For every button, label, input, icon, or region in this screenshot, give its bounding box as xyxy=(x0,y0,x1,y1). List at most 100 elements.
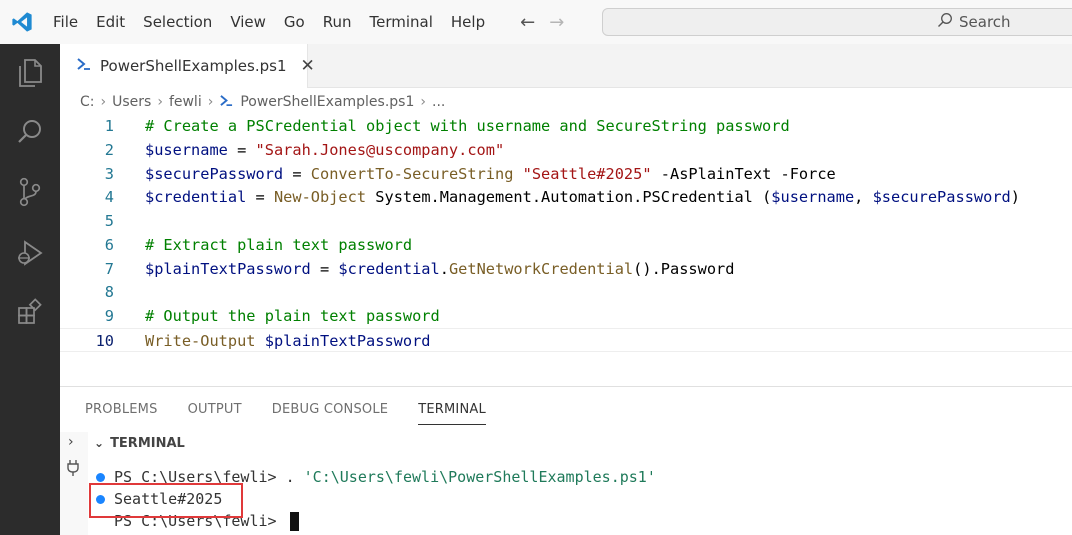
code-token: # Extract plain text password xyxy=(145,236,413,254)
code-token: $securePassword xyxy=(872,188,1011,206)
code-token: "Sarah.Jones@uscompany.com" xyxy=(255,141,505,159)
code-token: New-Object xyxy=(273,188,367,206)
forward-arrow-icon[interactable]: → xyxy=(549,12,564,33)
powershell-file-icon xyxy=(219,94,234,111)
command-center-search[interactable]: Search xyxy=(602,8,1072,36)
code-line[interactable]: 7 $plainTextPassword = $credential.GetNet… xyxy=(60,257,1072,281)
powershell-file-icon xyxy=(76,57,92,75)
chevron-right-icon: › xyxy=(420,94,426,110)
tab-problems[interactable]: PROBLEMS xyxy=(85,399,158,425)
line-number: 4 xyxy=(104,188,114,206)
code-line[interactable]: 6 # Extract plain text password xyxy=(60,233,1072,257)
code-line[interactable]: 5 xyxy=(60,209,1072,233)
line-number: 6 xyxy=(104,236,114,254)
code-text: $securePassword = ConvertTo-SecureString… xyxy=(145,162,836,186)
code-token: $plainTextPassword xyxy=(264,332,431,350)
line-number: 5 xyxy=(104,212,114,230)
code-token: $plainTextPassword xyxy=(145,260,311,278)
code-text: Write-Output $plainTextPassword xyxy=(145,329,431,353)
code-token: "Seattle#2025" xyxy=(522,165,652,183)
code-token: ConvertTo-SecureString xyxy=(310,165,514,183)
code-text: $credential = New-Object System.Manageme… xyxy=(145,185,1020,209)
explorer-files-icon[interactable] xyxy=(14,57,46,89)
code-line[interactable]: 4 $credential = New-Object System.Managem… xyxy=(60,185,1072,209)
close-icon[interactable]: ✕ xyxy=(300,56,314,76)
terminal-section-header[interactable]: ⌄ TERMINAL xyxy=(94,433,185,453)
code-token: $username xyxy=(145,141,228,159)
tab-debug-console[interactable]: DEBUG CONSOLE xyxy=(272,399,388,425)
title-bar: File Edit Selection View Go Run Terminal… xyxy=(0,0,1072,44)
menu-run[interactable]: Run xyxy=(314,0,361,44)
code-line[interactable]: 10 Write-Output $plainTextPassword xyxy=(60,328,1072,352)
line-number: 3 xyxy=(104,165,114,183)
code-line[interactable]: 2 $username = "Sarah.Jones@uscompany.com" xyxy=(60,138,1072,162)
tab-terminal[interactable]: TERMINAL xyxy=(418,399,486,425)
tab-label: PowerShellExamples.ps1 xyxy=(100,57,287,75)
code-editor[interactable]: 1 # Create a PSCredential object with use… xyxy=(60,114,1072,386)
code-token: -AsPlainText -Force xyxy=(651,165,836,183)
breadcrumb-drive[interactable]: C: xyxy=(80,94,95,110)
line-number: 2 xyxy=(104,141,114,159)
code-token: ) xyxy=(1010,188,1020,206)
code-text: # Extract plain text password xyxy=(145,233,412,257)
vscode-logo-icon xyxy=(0,0,44,44)
code-line[interactable]: 3 $securePassword = ConvertTo-SecureStrin… xyxy=(60,162,1072,186)
search-view-icon[interactable] xyxy=(14,116,46,148)
breadcrumb-file[interactable]: PowerShellExamples.ps1 xyxy=(240,94,414,110)
highlight-annotation-box xyxy=(89,483,243,518)
line-number: 9 xyxy=(104,307,114,325)
code-token: $credential xyxy=(338,260,440,278)
code-line[interactable]: 1 # Create a PSCredential object with use… xyxy=(60,114,1072,138)
editor-tab-bar: PowerShellExamples.ps1 ✕ xyxy=(60,44,1072,88)
code-token: ().Password xyxy=(633,260,735,278)
code-line[interactable]: 9 # Output the plain text password xyxy=(60,304,1072,328)
code-token: = xyxy=(283,165,311,183)
menu-view[interactable]: View xyxy=(221,0,275,44)
panel-tabs: PROBLEMS OUTPUT DEBUG CONSOLE TERMINAL xyxy=(85,399,486,425)
source-control-icon[interactable] xyxy=(14,176,46,208)
plug-icon[interactable] xyxy=(66,459,80,481)
back-arrow-icon[interactable]: ← xyxy=(520,12,535,33)
breadcrumb-more[interactable]: ... xyxy=(432,94,445,110)
chevron-right-icon: › xyxy=(157,94,163,110)
code-token: Write-Output xyxy=(145,332,256,350)
navigation-arrows: ← → xyxy=(520,12,564,33)
code-token: $securePassword xyxy=(145,165,284,183)
menu-go[interactable]: Go xyxy=(275,0,314,44)
line-number: 8 xyxy=(104,283,114,301)
menu-selection[interactable]: Selection xyxy=(134,0,221,44)
tab-output[interactable]: OUTPUT xyxy=(188,399,242,425)
menu-file[interactable]: File xyxy=(44,0,87,44)
extensions-icon[interactable] xyxy=(14,296,46,328)
code-token: , xyxy=(854,188,873,206)
code-token: System.Management.Automation.PSCredentia… xyxy=(366,188,772,206)
line-number: 7 xyxy=(104,260,114,278)
terminal-command-path: 'C:\Users\fewli\PowerShellExamples.ps1' xyxy=(303,468,656,486)
line-number: 10 xyxy=(95,332,114,350)
code-token: . xyxy=(439,260,449,278)
menu-help[interactable]: Help xyxy=(442,0,494,44)
chevron-right-icon[interactable]: › xyxy=(68,434,74,450)
code-text: $username = "Sarah.Jones@uscompany.com" xyxy=(145,138,504,162)
menu-bar: File Edit Selection View Go Run Terminal… xyxy=(44,0,494,44)
code-text: # Create a PSCredential object with user… xyxy=(145,114,790,138)
command-decoration-dot-icon[interactable] xyxy=(96,472,105,482)
panel-side-strip: › xyxy=(60,432,88,535)
breadcrumb-users[interactable]: Users xyxy=(112,94,151,110)
search-label: Search xyxy=(959,13,1011,31)
menu-edit[interactable]: Edit xyxy=(87,0,134,44)
code-line[interactable]: 8 xyxy=(60,280,1072,304)
code-token: GetNetworkCredential xyxy=(448,260,634,278)
chevron-down-icon: ⌄ xyxy=(94,436,105,450)
run-and-debug-icon[interactable] xyxy=(14,237,46,269)
code-text: $plainTextPassword = $credential.GetNetw… xyxy=(145,257,734,281)
menu-terminal[interactable]: Terminal xyxy=(361,0,442,44)
chevron-right-icon: › xyxy=(100,94,107,110)
code-token: = xyxy=(310,260,339,278)
tab-powershellexamples[interactable]: PowerShellExamples.ps1 ✕ xyxy=(60,44,315,88)
breadcrumb-fewli[interactable]: fewli xyxy=(169,94,202,110)
code-text: # Output the plain text password xyxy=(145,304,440,328)
terminal-header-label: TERMINAL xyxy=(110,435,185,451)
